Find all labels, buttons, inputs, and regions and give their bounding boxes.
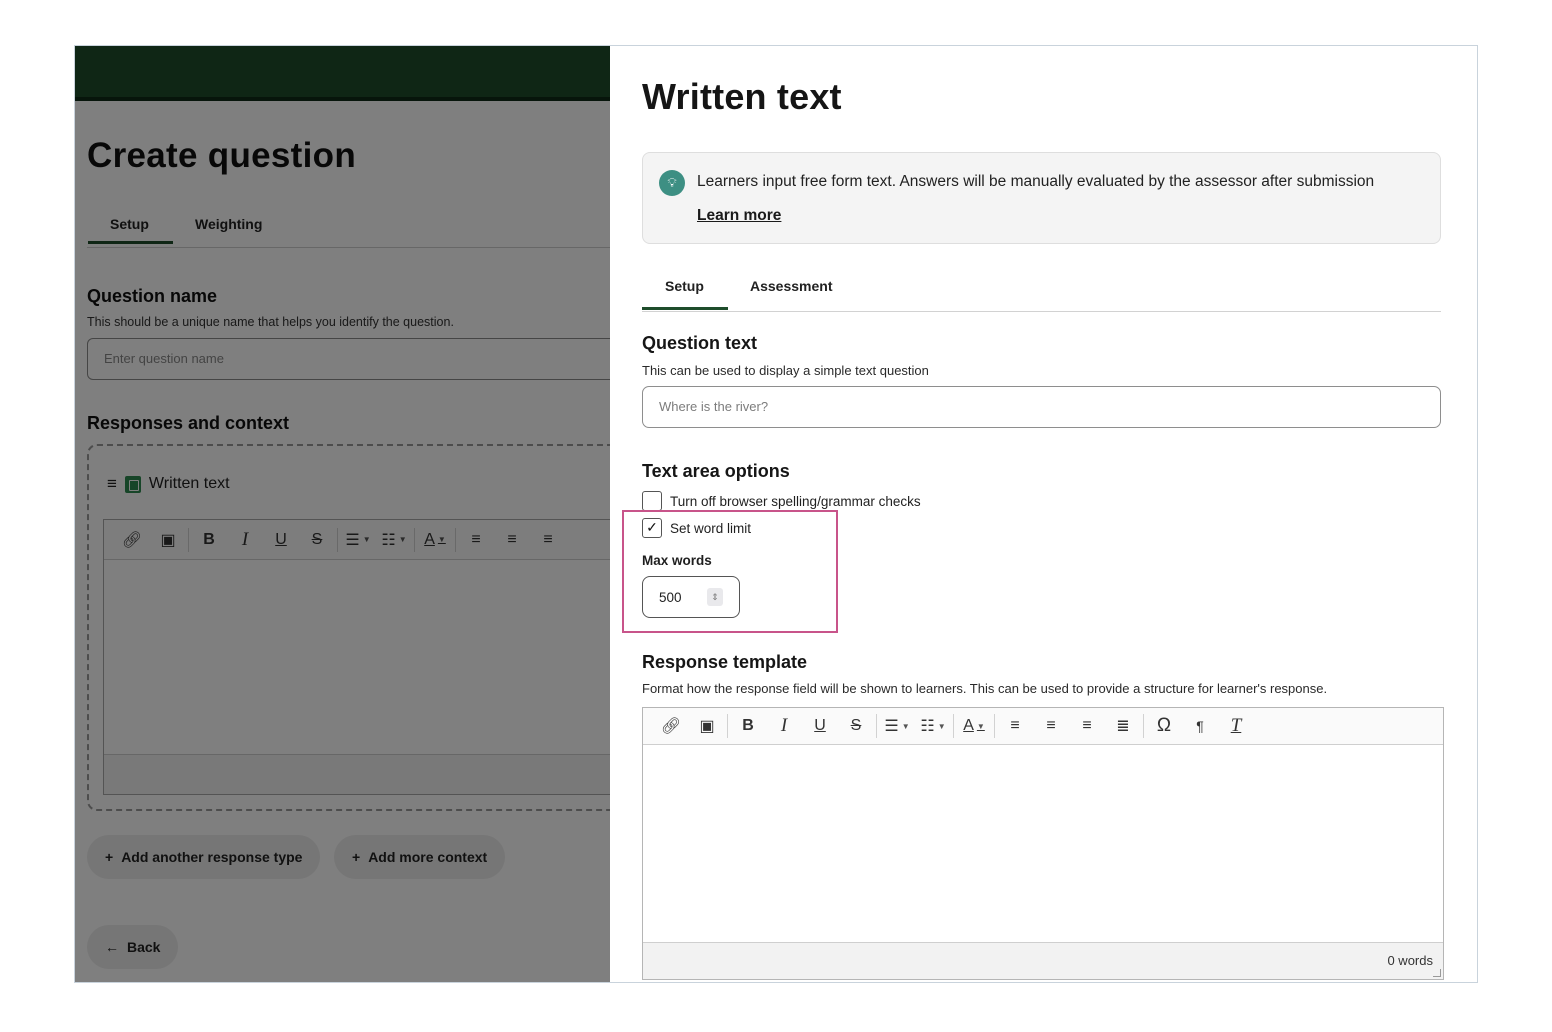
app-frame: Create question Setup Weighting Question… [74,45,1478,983]
image-icon[interactable]: ▣ [150,527,186,553]
toolbar-divider [455,527,456,552]
special-char-icon[interactable]: Ω [1146,713,1182,739]
editor-toolbar: 🔗︎ ▣ B I U S ☰ ▼ ☷ ▼ A ▼ ≡ ≡ ≡ ≣ Ω ¶ T [643,708,1443,745]
align-left-icon[interactable]: ≡ [997,713,1033,739]
tab-assessment[interactable]: Assessment [750,278,833,294]
toolbar-divider [953,714,954,738]
info-callout: 💡︎ Learners input free form text. Answer… [642,152,1441,244]
align-right-icon[interactable]: ≡ [530,527,566,553]
response-template-editor[interactable]: 🔗︎ ▣ B I U S ☰ ▼ ☷ ▼ A ▼ ≡ ≡ ≡ ≣ Ω ¶ T 0… [642,707,1444,980]
text-area-options-label: Text area options [642,461,790,481]
drag-handle-icon[interactable]: ≡ [107,474,117,494]
question-text-label: Question text [642,333,758,353]
lightbulb-icon: 💡︎ [659,170,685,196]
spelling-checkbox[interactable] [642,491,662,511]
numbered-list-icon[interactable]: ☷ ▼ [915,713,951,739]
back-button[interactable]: ← Back [87,925,179,969]
question-name-input[interactable]: Enter question name [87,338,611,380]
align-center-icon[interactable]: ≡ [1033,713,1069,739]
toolbar-divider [876,714,877,738]
panel-title: Written text [642,76,842,117]
bold-icon[interactable]: B [730,713,766,739]
add-context-button[interactable]: + Add more context [334,835,506,879]
align-left-icon[interactable]: ≡ [458,527,494,553]
tab-setup[interactable]: Setup [642,278,728,310]
responses-context-label: Responses and context [87,413,290,433]
justify-icon[interactable]: ≣ [1105,713,1141,739]
question-name-label: Question name [87,286,218,306]
tab-setup[interactable]: Setup [88,216,173,244]
arrow-left-icon: ← [105,939,119,955]
underline-icon[interactable]: U [802,713,838,739]
toolbar-divider [1143,714,1144,738]
italic-icon[interactable]: I [227,527,263,553]
spelling-checkbox-label: Turn off browser spelling/grammar checks [670,493,921,509]
response-item-title: Written text [148,475,230,492]
toolbar-divider [188,527,189,552]
bullet-list-icon[interactable]: ☰ ▼ [879,713,915,739]
toolbar-divider [337,527,338,552]
info-text: Learners input free form text. Answers w… [697,173,1375,190]
add-context-label: Add more context [368,849,488,865]
strikethrough-icon[interactable]: S [838,713,874,739]
response-item-header: ≡ Written text [107,474,230,494]
learn-more-link[interactable]: Learn more [697,207,781,225]
create-question-page: Create question Setup Weighting Question… [75,46,611,982]
tab-weighting[interactable]: Weighting [195,216,262,232]
toolbar-divider [727,714,728,738]
text-direction-icon[interactable]: ¶ [1182,713,1218,739]
editor-toolbar: 🔗︎ ▣ B I U S ☰ ▼ ☷ ▼ A ▼ ≡ ≡ ≡ [104,520,611,560]
strikethrough-icon[interactable]: S [299,527,335,553]
clear-format-icon[interactable]: T [1218,713,1254,739]
plus-icon: + [105,849,114,865]
word-count: 0 words [1387,953,1433,968]
editor-status-bar: 0 words [643,942,1443,979]
text-color-icon[interactable]: A ▼ [417,527,453,553]
toolbar-divider [994,714,995,738]
italic-icon[interactable]: I [766,713,802,739]
response-template-label: Response template [642,652,808,672]
link-icon[interactable]: 🔗︎ [653,713,689,739]
top-bar [75,46,611,101]
toolbar-divider [414,527,415,552]
plus-icon: + [352,849,361,865]
highlight-box [622,510,838,633]
page-title: Create question [87,136,356,175]
add-response-type-button[interactable]: + Add another response type [87,835,321,879]
underline-icon[interactable]: U [263,527,299,553]
question-name-help: This should be a unique name that helps … [87,315,454,329]
back-label: Back [127,939,161,955]
panel-tabs: Setup Assessment [642,268,1441,312]
response-editor-preview[interactable]: 🔗︎ ▣ B I U S ☰ ▼ ☷ ▼ A ▼ ≡ ≡ ≡ [103,519,611,795]
align-right-icon[interactable]: ≡ [1069,713,1105,739]
bold-icon[interactable]: B [191,527,227,553]
bullet-list-icon[interactable]: ☰ ▼ [340,527,376,553]
add-response-type-label: Add another response type [121,849,303,865]
text-color-icon[interactable]: A ▼ [956,713,992,739]
question-text-input[interactable]: Where is the river? [642,386,1441,428]
align-center-icon[interactable]: ≡ [494,527,530,553]
numbered-list-icon[interactable]: ☷ ▼ [376,527,412,553]
resize-handle-icon[interactable] [1433,969,1441,977]
spelling-check-option[interactable]: Turn off browser spelling/grammar checks [642,491,921,511]
response-template-help: Format how the response field will be sh… [642,681,1328,696]
image-icon[interactable]: ▣ [689,713,725,739]
written-text-panel: Written text 💡︎ Learners input free form… [610,46,1477,982]
editor-status-bar [104,754,611,794]
link-icon[interactable]: 🔗︎ [114,527,150,553]
question-text-help: This can be used to display a simple tex… [642,363,929,378]
question-tabs: Setup Weighting [87,208,611,248]
document-icon [124,475,141,493]
